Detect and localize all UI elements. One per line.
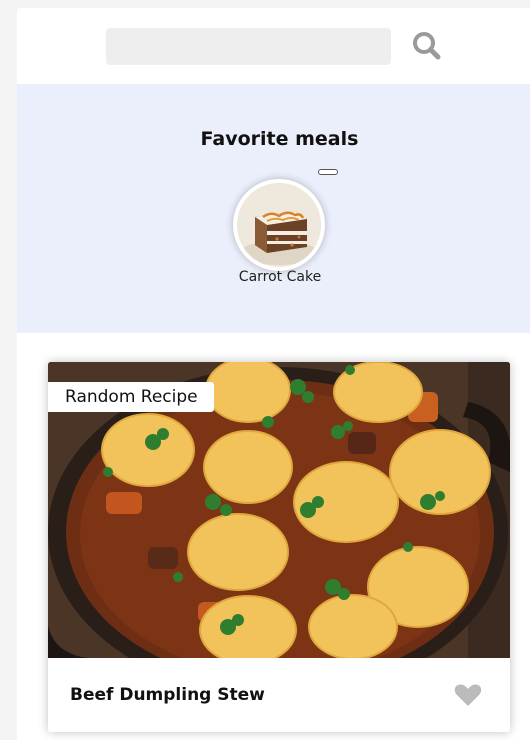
search-input[interactable] xyxy=(106,28,391,65)
search-icon xyxy=(413,32,441,60)
meal-body: Beef Dumpling Stew xyxy=(48,658,510,732)
favorite-image-carrot-cake xyxy=(233,179,325,271)
header xyxy=(17,8,530,84)
favorites-title: Favorite meals xyxy=(200,128,359,150)
search-button[interactable] xyxy=(407,26,447,66)
meal-name: Beef Dumpling Stew xyxy=(70,685,265,705)
meal-card: Random Recipe Beef Dumpling Stew xyxy=(48,362,510,732)
favorite-item-name: Carrot Cake xyxy=(238,269,322,285)
favorite-item[interactable]: Carrot Cake xyxy=(225,177,335,287)
remove-favorite-button[interactable] xyxy=(318,169,338,175)
app-container: Favorite meals Carrot Cake Random Recipe… xyxy=(17,8,530,740)
favorites-section: Favorite meals Carrot Cake xyxy=(17,84,530,333)
random-recipe-tag: Random Recipe xyxy=(48,382,214,412)
heart-icon xyxy=(454,684,482,706)
favorite-button[interactable] xyxy=(453,680,483,710)
